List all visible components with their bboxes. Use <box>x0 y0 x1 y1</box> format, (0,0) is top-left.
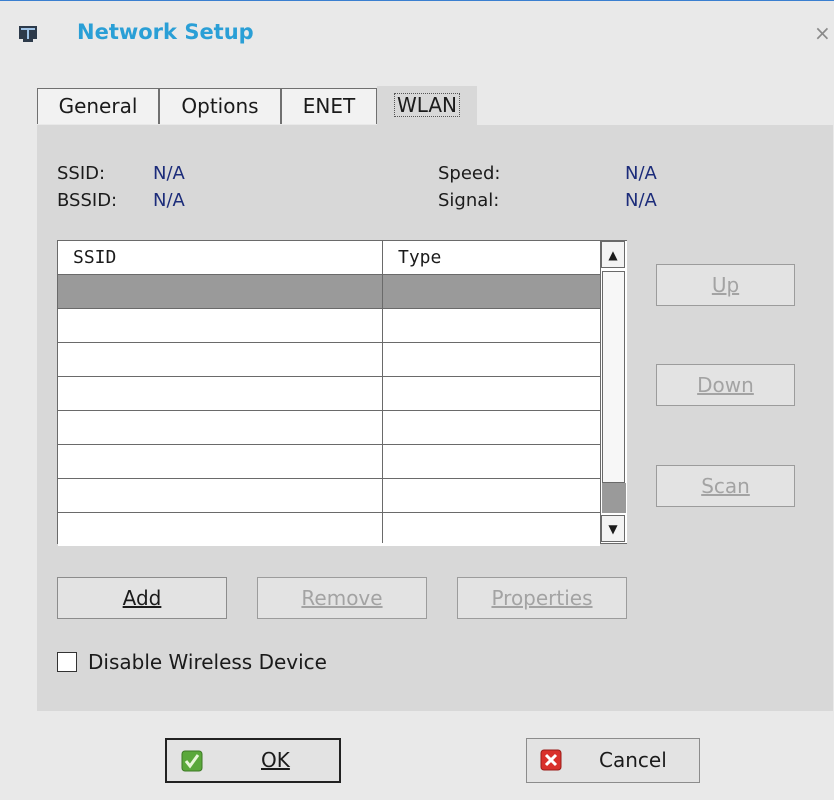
remove-button[interactable]: Remove <box>257 577 427 619</box>
disable-wireless-checkbox[interactable] <box>57 652 77 672</box>
column-header-type[interactable]: Type <box>383 241 600 274</box>
vertical-scrollbar[interactable]: ▲ ▼ <box>600 241 627 543</box>
network-list[interactable]: SSID Type ▲ ▼ <box>57 240 627 546</box>
ssid-label: SSID: <box>57 163 106 184</box>
cancel-button[interactable]: Cancel <box>526 738 700 783</box>
disable-wireless-label: Disable Wireless Device <box>88 650 327 674</box>
up-button[interactable]: Up <box>656 264 795 306</box>
scroll-track[interactable] <box>602 483 626 513</box>
down-button[interactable]: Down <box>656 364 795 406</box>
scroll-down-icon[interactable]: ▼ <box>601 515 625 542</box>
table-row[interactable] <box>58 308 600 342</box>
remove-button-label: Remove <box>301 586 383 610</box>
ok-button-label: OK <box>261 748 290 772</box>
cancel-button-label: Cancel <box>599 748 667 772</box>
signal-value: N/A <box>625 190 657 211</box>
speed-value: N/A <box>625 163 657 184</box>
tab-wlan-label: WLAN <box>393 93 461 117</box>
column-separator <box>382 241 383 543</box>
tab-enet-label: ENET <box>302 94 356 118</box>
tab-wlan[interactable]: WLAN <box>377 86 477 127</box>
up-button-label: Up <box>711 273 740 297</box>
close-icon[interactable]: × <box>814 21 831 45</box>
table-row[interactable] <box>58 410 600 444</box>
add-button-label: Add <box>122 586 162 610</box>
properties-button[interactable]: Properties <box>457 577 627 619</box>
table-row[interactable] <box>58 342 600 376</box>
scan-button[interactable]: Scan <box>656 465 795 507</box>
add-button[interactable]: Add <box>57 577 227 619</box>
bssid-value: N/A <box>153 190 185 211</box>
network-icon <box>19 26 37 42</box>
speed-label: Speed: <box>438 163 501 184</box>
checkmark-icon <box>181 750 203 772</box>
signal-label: Signal: <box>438 190 500 211</box>
scroll-thumb[interactable] <box>602 271 625 483</box>
tab-general-label: General <box>58 94 138 118</box>
scroll-up-icon[interactable]: ▲ <box>601 241 625 268</box>
cancel-x-icon <box>540 749 562 771</box>
title-bar: Network Setup × <box>0 1 834 61</box>
table-row[interactable] <box>58 478 600 512</box>
table-row[interactable] <box>58 274 600 308</box>
tab-general[interactable]: General <box>37 88 159 124</box>
tab-options-label: Options <box>181 94 259 118</box>
column-header-ssid[interactable]: SSID <box>58 241 382 274</box>
table-row[interactable] <box>58 376 600 410</box>
scan-button-label: Scan <box>701 474 750 498</box>
properties-button-label: Properties <box>491 586 593 610</box>
tab-enet[interactable]: ENET <box>281 88 377 124</box>
tab-options[interactable]: Options <box>159 88 281 124</box>
bssid-label: BSSID: <box>57 190 118 211</box>
ssid-value: N/A <box>153 163 185 184</box>
table-row[interactable] <box>58 444 600 478</box>
table-row[interactable] <box>58 512 600 546</box>
ok-button[interactable]: OK <box>165 738 341 783</box>
window-title: Network Setup <box>77 20 254 44</box>
down-button-label: Down <box>697 373 754 397</box>
